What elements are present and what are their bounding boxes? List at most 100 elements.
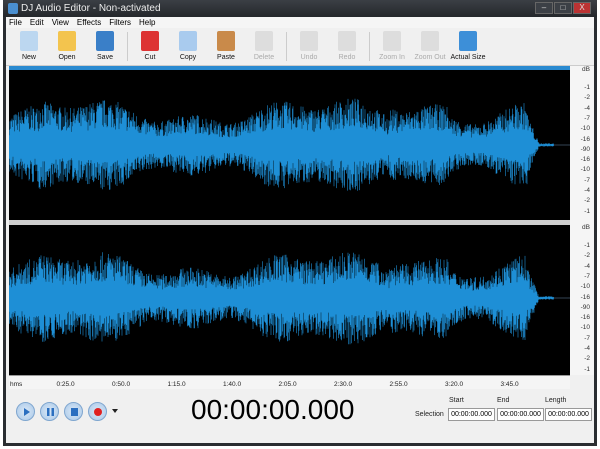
folder-icon [58,31,76,51]
db-tick-label: -90 [580,145,590,153]
window-title: DJ Audio Editor - Non-activated [21,3,161,14]
ruler-label: 0:50.0 [112,381,131,388]
zoom-in-button[interactable]: Zoom In [373,28,411,65]
db-tick-label: -10 [580,166,590,174]
channel-separator[interactable] [9,220,570,225]
db-tick-label: -4 [584,262,590,270]
toolbar-separator [369,32,370,61]
ruler-label: 3:45.0 [500,381,519,388]
scissors-icon [141,31,159,51]
stop-button[interactable] [64,402,83,421]
ruler-label: 3:20.0 [445,381,464,388]
toolbar-separator [127,32,128,61]
pause-icon [47,408,54,416]
menu-view[interactable]: View [52,17,69,28]
menu-help[interactable]: Help [139,17,155,28]
paste-button[interactable]: Paste [207,28,245,65]
menu-bar: File Edit View Effects Filters Help [6,17,594,28]
db-tick-label: -7 [584,114,590,122]
db-tick-label: -2 [584,355,590,363]
db-tick-label: -7 [584,272,590,280]
title-bar: DJ Audio Editor - Non-activated – □ X [3,0,597,17]
toolbar-separator [286,32,287,61]
button-label: New [21,54,36,61]
actual-size-icon [459,31,477,51]
stop-icon [71,408,78,416]
db-tick-label: -2 [584,94,590,102]
ruler-label: 2:30.0 [334,381,353,388]
waveform-channel-1 [9,98,554,191]
app-window: DJ Audio Editor - Non-activated – □ X Fi… [3,0,597,446]
db-unit: dB [582,66,590,73]
ruler-label: 0:25.0 [56,381,75,388]
button-label: Zoom Out [414,54,446,61]
time-ruler[interactable]: hms 0:25.0 0:50.0 1:15.0 1:40.0 2:05.0 2:30.0 2… [9,375,570,389]
button-label: Delete [253,54,275,61]
close-button[interactable]: X [573,2,591,14]
db-tick-label: -10 [580,324,590,332]
delete-button[interactable]: Delete [245,28,283,65]
play-button[interactable] [16,402,35,421]
minimize-button[interactable]: – [535,2,553,14]
db-tick-label: -16 [580,135,590,143]
menu-edit[interactable]: Edit [30,17,44,28]
open-button[interactable]: Open [48,28,86,65]
db-tick-label: -1 [584,84,590,91]
paste-icon [217,31,235,51]
ruler-label: 2:55.0 [389,381,408,388]
ruler-label: 1:40.0 [223,381,242,388]
zoom-out-button[interactable]: Zoom Out [411,28,449,65]
button-label: Cut [144,54,156,61]
db-tick-label: -16 [580,156,590,164]
button-label: Zoom In [379,54,405,61]
db-tick-label: -4 [584,187,590,194]
db-tick-label: -2 [584,252,590,260]
time-display: 00:00:00.000 [191,394,355,425]
new-button[interactable]: New [10,28,48,65]
record-options-dropdown[interactable] [112,409,118,413]
copy-button[interactable]: Copy [169,28,207,65]
button-label: Save [97,54,113,61]
record-button[interactable] [88,402,107,421]
db-tick-label: -1 [584,242,590,249]
db-tick-label: -16 [580,314,590,322]
db-tick-label: -90 [580,303,590,311]
undo-button[interactable]: Undo [290,28,328,65]
button-label: Copy [179,54,197,61]
actual-size-button[interactable]: Actual Size [449,28,487,65]
delete-icon [255,31,273,51]
copy-icon [179,31,197,51]
selection-length-field[interactable]: 00:00:00.000 [545,408,592,421]
button-label: Undo [300,54,318,61]
selection-start-field[interactable]: 00:00:00.000 [448,408,495,421]
menu-file[interactable]: File [9,17,22,28]
length-label: Length [545,397,567,404]
waveform-channel-2 [9,252,554,345]
zoom-in-icon [383,31,401,51]
button-label: Open [58,54,76,61]
transport-panel: 00:00:00.000 Selection Start End Length … [6,390,594,443]
db-tick-label: -7 [584,176,590,184]
start-label: Start [449,397,464,404]
record-icon [94,408,102,416]
ruler-label: 1:15.0 [167,381,186,388]
redo-icon [338,31,356,51]
new-file-icon [20,31,38,51]
waveform-view[interactable] [9,70,570,375]
app-icon [8,3,18,14]
selection-label: Selection [415,411,444,418]
db-tick-label: -4 [584,104,590,112]
menu-filters[interactable]: Filters [109,17,131,28]
undo-icon [300,31,318,51]
save-button[interactable]: Save [86,28,124,65]
pause-button[interactable] [40,402,59,421]
button-label: Actual Size [450,54,486,61]
selection-end-field[interactable]: 00:00:00.000 [497,408,544,421]
db-tick-label: -7 [584,334,590,342]
db-tick-label: -10 [580,283,590,291]
db-unit: dB [582,224,590,231]
cut-button[interactable]: Cut [131,28,169,65]
maximize-button[interactable]: □ [554,2,572,14]
menu-effects[interactable]: Effects [77,17,101,28]
redo-button[interactable]: Redo [328,28,366,65]
